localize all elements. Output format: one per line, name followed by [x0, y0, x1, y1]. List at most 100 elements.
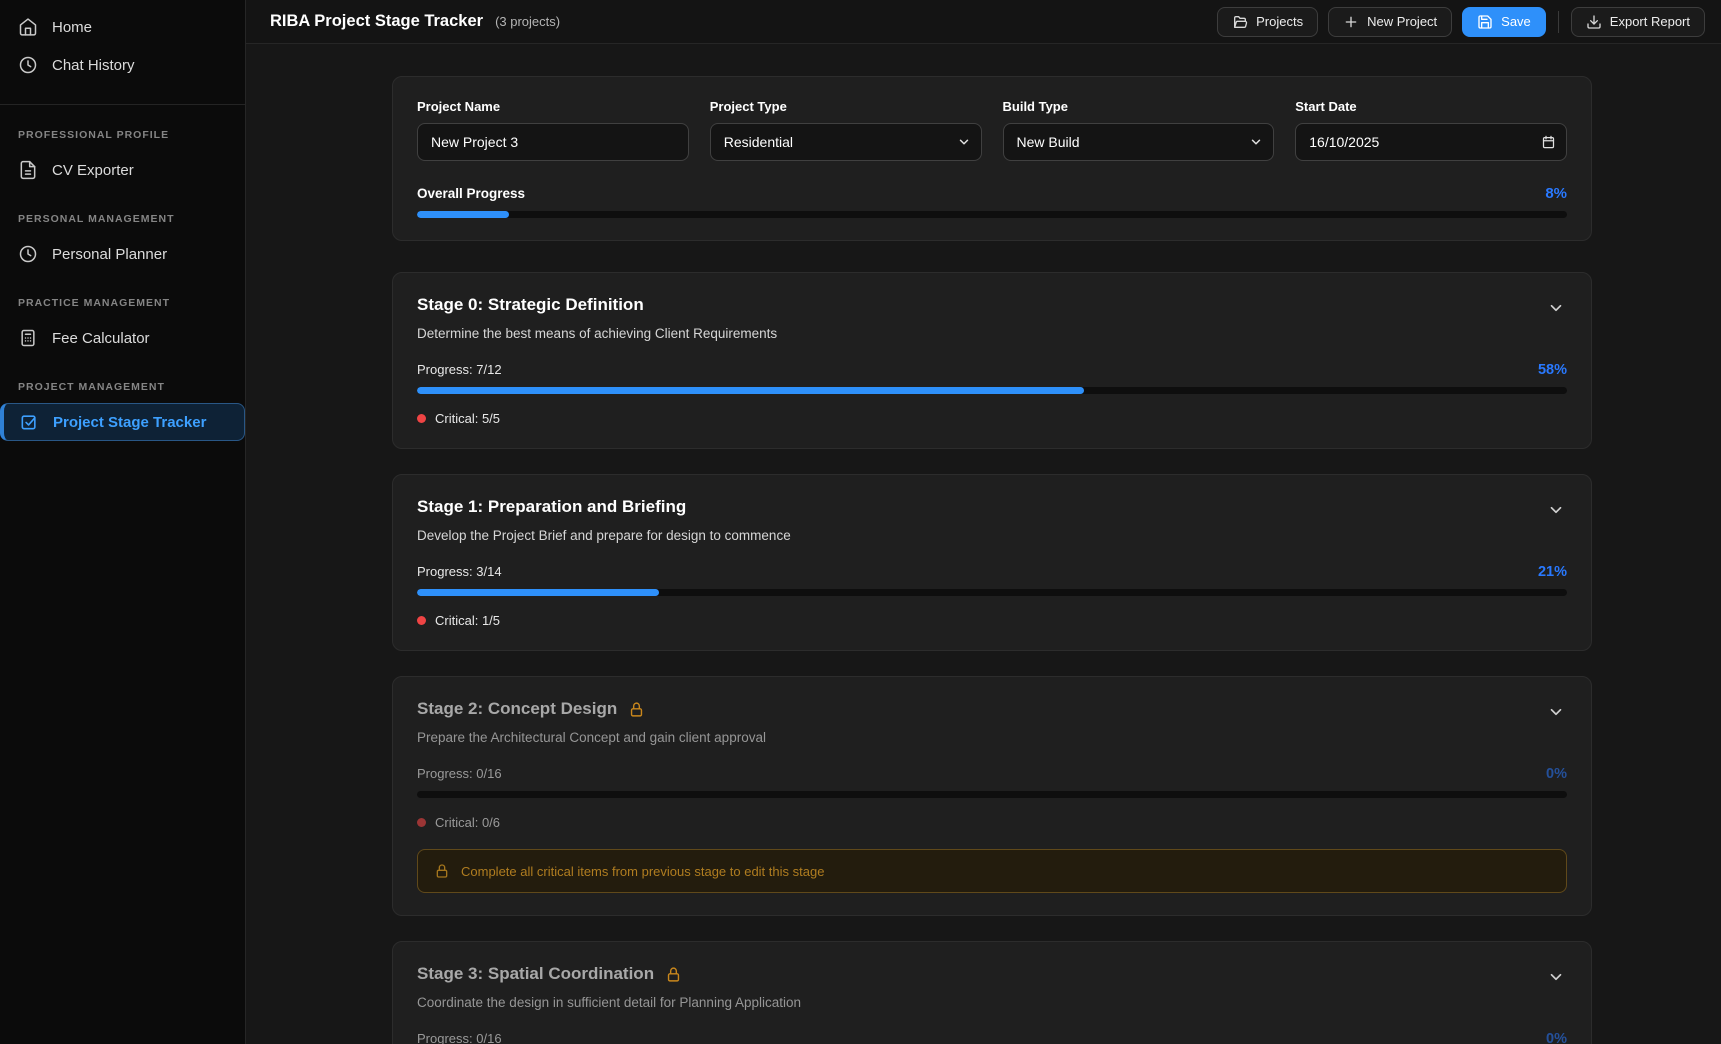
clock-icon: [18, 244, 38, 264]
build-type-label: Build Type: [1003, 99, 1275, 114]
overall-progress-bar-fill: [417, 211, 509, 218]
project-count-badge: (3 projects): [495, 14, 560, 29]
stage-title: Stage 0: Strategic Definition: [417, 295, 644, 315]
stage-card-3: Stage 3: Spatial Coordination Coordinate…: [392, 941, 1592, 1044]
sidebar-item-label: CV Exporter: [52, 162, 134, 179]
build-type-field-group: Build Type New Build: [1003, 99, 1275, 161]
sidebar-item-label: Fee Calculator: [52, 330, 150, 347]
locked-warning-banner: Complete all critical items from previou…: [417, 849, 1567, 893]
export-report-button[interactable]: Export Report: [1571, 7, 1705, 37]
stage-critical-label: Critical: 5/5: [435, 411, 500, 426]
stage-collapse-chevron[interactable]: [1545, 499, 1567, 521]
stage-progress-bar-fill: [417, 589, 659, 596]
document-icon: [18, 160, 38, 180]
content-scroll-area[interactable]: Project Name Project Type Residential: [246, 44, 1721, 1044]
start-date-label: Start Date: [1295, 99, 1567, 114]
new-project-button[interactable]: New Project: [1328, 7, 1452, 37]
stage-percent: 0%: [1546, 1031, 1567, 1044]
stage-progress-bar: [417, 387, 1567, 394]
critical-dot-icon: [417, 818, 426, 827]
stage-progress-bar-fill: [417, 387, 1084, 394]
project-type-field-group: Project Type Residential: [710, 99, 982, 161]
checkbox-check-icon: [19, 412, 39, 432]
stage-collapse-chevron[interactable]: [1545, 297, 1567, 319]
sidebar-section-professional-profile: PROFESSIONAL PROFILE: [0, 129, 245, 141]
sidebar-item-personal-planner[interactable]: Personal Planner: [0, 235, 245, 273]
clock-icon: [18, 55, 38, 75]
project-name-field-group: Project Name: [417, 99, 689, 161]
stage-progress-label: Progress: 0/16: [417, 1031, 502, 1044]
home-icon: [18, 17, 38, 37]
projects-button[interactable]: Projects: [1217, 7, 1318, 37]
stage-progress-bar: [417, 589, 1567, 596]
projects-button-label: Projects: [1256, 14, 1303, 29]
stage-progress-label: Progress: 0/16: [417, 766, 502, 781]
sidebar-divider: [0, 104, 245, 105]
locked-warning-text: Complete all critical items from previou…: [461, 864, 824, 879]
stage-progress-bar: [417, 791, 1567, 798]
sidebar-item-project-stage-tracker[interactable]: Project Stage Tracker: [0, 403, 245, 441]
stage-critical-label: Critical: 0/6: [435, 815, 500, 830]
stage-description: Determine the best means of achieving Cl…: [417, 326, 1567, 341]
stage-description: Coordinate the design in sufficient deta…: [417, 995, 1567, 1010]
project-type-select[interactable]: Residential: [710, 123, 982, 161]
overall-progress-percent: 8%: [1545, 185, 1567, 202]
sidebar: Home Chat History PROFESSIONAL PROFILE C…: [0, 0, 246, 1044]
sidebar-item-chat-history[interactable]: Chat History: [0, 46, 245, 84]
main-area: RIBA Project Stage Tracker (3 projects) …: [246, 0, 1721, 1044]
lock-icon: [665, 966, 682, 983]
header: RIBA Project Stage Tracker (3 projects) …: [246, 0, 1721, 44]
project-name-input[interactable]: [417, 123, 689, 161]
sidebar-item-label: Chat History: [52, 57, 135, 74]
critical-dot-icon: [417, 414, 426, 423]
page-title: RIBA Project Stage Tracker: [270, 12, 483, 31]
critical-dot-icon: [417, 616, 426, 625]
build-type-select[interactable]: New Build: [1003, 123, 1275, 161]
stage-percent: 58%: [1538, 362, 1567, 378]
overall-progress-bar: [417, 211, 1567, 218]
folder-icon: [1232, 14, 1248, 30]
stage-progress-label: Progress: 7/12: [417, 362, 502, 377]
stage-card-2: Stage 2: Concept Design Prepare the Arch…: [392, 676, 1592, 916]
save-icon: [1477, 14, 1493, 30]
stage-percent: 0%: [1546, 766, 1567, 782]
plus-icon: [1343, 14, 1359, 30]
sidebar-section-project-management: PROJECT MANAGEMENT: [0, 381, 245, 393]
sidebar-item-label: Home: [52, 19, 92, 36]
stage-card-0: Stage 0: Strategic Definition Determine …: [392, 272, 1592, 449]
new-project-button-label: New Project: [1367, 14, 1437, 29]
download-icon: [1586, 14, 1602, 30]
sidebar-item-cv-exporter[interactable]: CV Exporter: [0, 151, 245, 189]
stage-collapse-chevron[interactable]: [1545, 966, 1567, 988]
project-name-label: Project Name: [417, 99, 689, 114]
project-type-label: Project Type: [710, 99, 982, 114]
overall-progress-label: Overall Progress: [417, 186, 525, 201]
stage-progress-label: Progress: 3/14: [417, 564, 502, 579]
toolbar-separator: [1558, 11, 1559, 33]
stage-title: Stage 2: Concept Design: [417, 699, 645, 719]
sidebar-item-home[interactable]: Home: [0, 8, 245, 46]
stage-percent: 21%: [1538, 564, 1567, 580]
sidebar-item-fee-calculator[interactable]: Fee Calculator: [0, 319, 245, 357]
stage-title: Stage 1: Preparation and Briefing: [417, 497, 686, 517]
save-button[interactable]: Save: [1462, 7, 1546, 37]
stage-description: Prepare the Architectural Concept and ga…: [417, 730, 1567, 745]
calculator-icon: [18, 328, 38, 348]
project-form-panel: Project Name Project Type Residential: [392, 76, 1592, 241]
lock-icon: [434, 863, 450, 879]
header-actions: Projects New Project Save Export Report: [1217, 7, 1705, 37]
stage-card-1: Stage 1: Preparation and Briefing Develo…: [392, 474, 1592, 651]
save-button-label: Save: [1501, 14, 1531, 29]
sidebar-section-practice-management: PRACTICE MANAGEMENT: [0, 297, 245, 309]
start-date-field-group: Start Date: [1295, 99, 1567, 161]
lock-icon: [628, 701, 645, 718]
sidebar-section-personal-management: PERSONAL MANAGEMENT: [0, 213, 245, 225]
sidebar-item-label: Project Stage Tracker: [53, 414, 206, 431]
sidebar-item-label: Personal Planner: [52, 246, 167, 263]
stage-critical-label: Critical: 1/5: [435, 613, 500, 628]
stage-collapse-chevron[interactable]: [1545, 701, 1567, 723]
stage-title: Stage 3: Spatial Coordination: [417, 964, 682, 984]
export-report-button-label: Export Report: [1610, 14, 1690, 29]
start-date-input[interactable]: [1295, 123, 1567, 161]
stage-description: Develop the Project Brief and prepare fo…: [417, 528, 1567, 543]
